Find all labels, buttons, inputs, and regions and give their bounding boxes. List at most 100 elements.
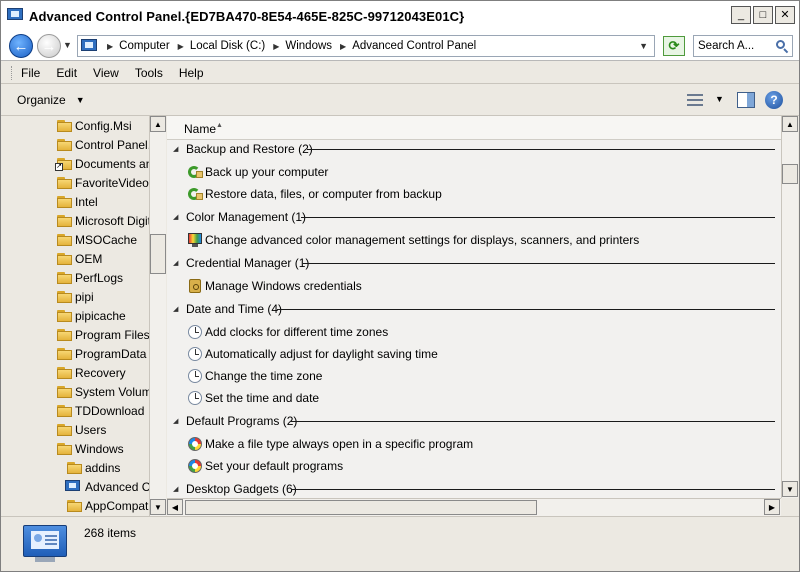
menu-file[interactable]: File [21,65,40,81]
list-item[interactable]: Manage Windows credentials [167,275,781,297]
window-controls: _ □ ✕ [731,6,795,24]
content-horizontal-scrollbar[interactable]: ◀ ▶ [167,498,781,516]
column-header-name[interactable]: Name ▲ [167,116,781,140]
collapse-icon[interactable]: ◢ [173,259,178,267]
list-item[interactable]: Make a file type always open in a specif… [167,433,781,455]
nav-item-system-volume[interactable]: System Volume [1,382,149,401]
folder-icon [57,252,73,265]
collapse-icon[interactable]: ◢ [173,305,178,313]
folder-icon [57,366,73,379]
preview-pane-icon[interactable] [737,92,755,108]
control-panel-icon [81,39,99,53]
collapse-icon[interactable]: ◢ [173,417,178,425]
refresh-button[interactable]: ⟳ [663,36,685,56]
menu-view[interactable]: View [93,65,119,81]
content-vertical-scrollbar[interactable]: ▲ ▼ [781,116,798,498]
scroll-up-icon[interactable]: ▲ [782,116,798,132]
breadcrumb-computer[interactable]: ▶ Computer [99,40,170,52]
nav-item-microsoft-digital[interactable]: Microsoft Digita [1,211,149,230]
title-bar: Advanced Control Panel.{ED7BA470-8E54-46… [1,1,799,31]
collapse-icon[interactable]: ◢ [173,485,178,493]
list-item[interactable]: Set the time and date [167,387,781,409]
nav-item-windows[interactable]: Windows [1,439,149,458]
breadcrumb-windows[interactable]: ▶ Windows [265,40,332,52]
details-pane: 268 items [1,516,799,571]
folder-icon [57,442,73,455]
help-icon[interactable]: ? [765,91,783,109]
list-item[interactable]: Back up your computer [167,161,781,183]
nav-item-appcompat[interactable]: AppCompat [1,496,149,515]
nav-item-pipicache[interactable]: pipicache [1,306,149,325]
backup-icon [187,164,203,180]
list-item[interactable]: Change advanced color management setting… [167,229,781,251]
chevron-down-icon: ▼ [75,95,85,105]
address-history-dropdown[interactable]: ▼ [639,41,648,51]
nav-item-favoritevideo[interactable]: FavoriteVideo [1,173,149,192]
scrollbar-thumb[interactable] [150,234,166,274]
folder-icon [57,176,73,189]
close-button[interactable]: ✕ [775,6,795,24]
nav-item-pipi[interactable]: pipi [1,287,149,306]
navigation-scrollbar[interactable]: ▲ ▼ [149,116,166,516]
collapse-icon[interactable]: ◢ [173,145,178,153]
nav-item-programdata[interactable]: ProgramData [1,344,149,363]
folder-icon [57,195,73,208]
collapse-icon[interactable]: ◢ [173,213,178,221]
group-date-and-time[interactable]: ◢ Date and Time (4) [167,299,781,319]
menu-tools[interactable]: Tools [135,65,163,81]
menu-edit[interactable]: Edit [56,65,77,81]
nav-item-control-panel[interactable]: Control Panel.{ [1,135,149,154]
nav-item-config-msi[interactable]: Config.Msi [1,116,149,135]
clock-icon [187,324,203,340]
minimize-button[interactable]: _ [731,6,751,24]
nav-item-oem[interactable]: OEM [1,249,149,268]
scroll-up-icon[interactable]: ▲ [150,116,166,132]
group-backup-and-restore[interactable]: ◢ Backup and Restore (2) [167,139,781,159]
forward-button[interactable]: → [37,34,61,58]
scroll-left-icon[interactable]: ◀ [167,499,183,515]
group-desktop-gadgets[interactable]: ◢ Desktop Gadgets (6) [167,479,781,498]
list-item[interactable]: Set your default programs [167,455,781,477]
scroll-down-icon[interactable]: ▼ [150,499,166,515]
list-item[interactable]: Automatically adjust for daylight saving… [167,343,781,365]
group-divider [303,263,775,264]
search-input[interactable]: Search A... [693,35,793,57]
nav-item-program-files[interactable]: Program Files [1,325,149,344]
group-color-management[interactable]: ◢ Color Management (1) [167,207,781,227]
folder-icon [67,461,83,474]
nav-item-addins[interactable]: addins [1,458,149,477]
breadcrumb-local-disk[interactable]: ▶ Local Disk (C:) [170,40,266,52]
clock-icon [187,368,203,384]
control-panel-icon [65,480,81,493]
group-credential-manager[interactable]: ◢ Credential Manager (1) [167,253,781,273]
scrollbar-thumb[interactable] [782,164,798,184]
views-icon[interactable] [687,94,703,106]
organize-button[interactable]: Organize ▼ [17,93,85,107]
menu-help[interactable]: Help [179,65,204,81]
nav-item-perflogs[interactable]: PerfLogs [1,268,149,287]
chevron-down-icon[interactable]: ▼ [715,94,724,104]
nav-item-recovery[interactable]: Recovery [1,363,149,382]
recent-pages-dropdown[interactable]: ▼ [63,40,72,50]
search-icon[interactable] [775,39,789,54]
default-programs-icon [187,436,203,452]
maximize-button[interactable]: □ [753,6,773,24]
nav-item-documents-and-settings[interactable]: ↗ Documents and [1,154,149,173]
group-default-programs[interactable]: ◢ Default Programs (2) [167,411,781,431]
list-item[interactable]: Add clocks for different time zones [167,321,781,343]
breadcrumb-advanced-control-panel[interactable]: ▶ Advanced Control Panel [332,40,476,52]
folder-icon [57,271,73,284]
nav-item-intel[interactable]: Intel [1,192,149,211]
back-button[interactable]: ← [9,34,33,58]
scrollbar-thumb[interactable] [185,500,537,515]
nav-item-msocache[interactable]: MSOCache [1,230,149,249]
nav-item-advanced-control-panel[interactable]: Advanced Co [1,477,149,496]
nav-item-tddownload[interactable]: TDDownload [1,401,149,420]
breadcrumb[interactable]: ▶ Computer ▶ Local Disk (C:) ▶ Windows ▶… [77,35,655,57]
list-item[interactable]: Change the time zone [167,365,781,387]
list-item[interactable]: Restore data, files, or computer from ba… [167,183,781,205]
scroll-right-icon[interactable]: ▶ [764,499,780,515]
nav-item-users[interactable]: Users [1,420,149,439]
scroll-down-icon[interactable]: ▼ [782,481,798,497]
chevron-right-icon: ▶ [273,41,280,51]
